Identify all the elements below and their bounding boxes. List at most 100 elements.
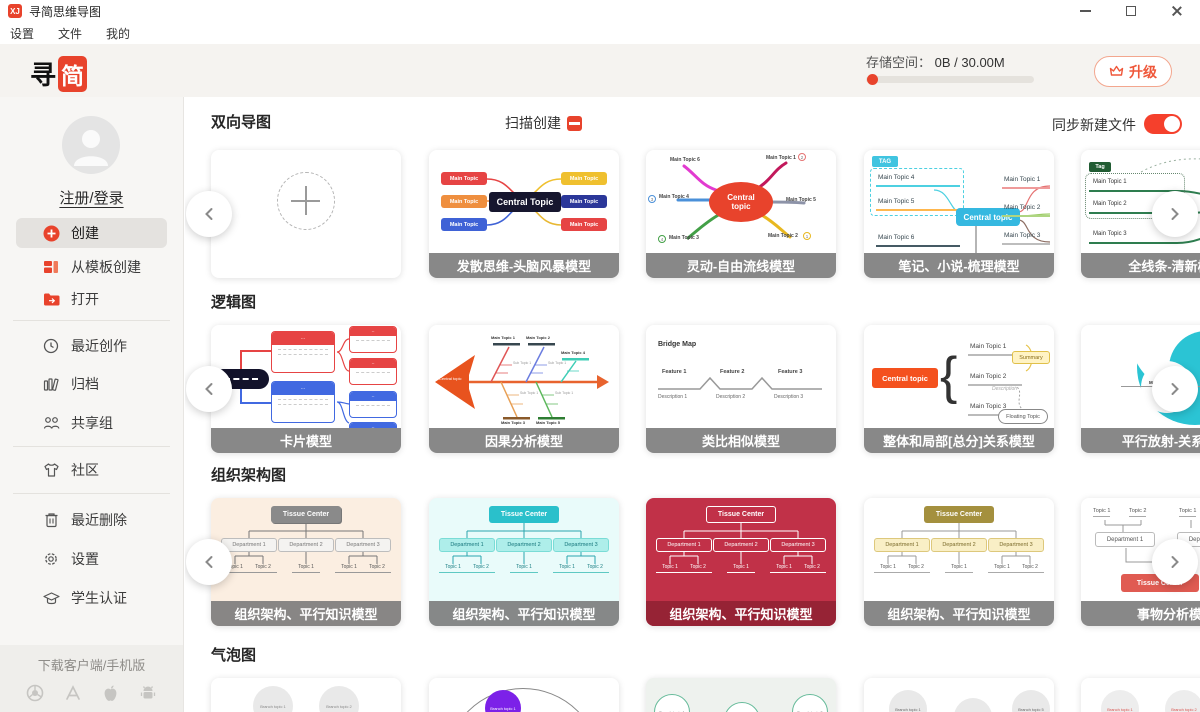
template-card-label: 组织架构、平行知识模型 bbox=[864, 601, 1054, 626]
scan-icon bbox=[567, 116, 582, 131]
close-button[interactable] bbox=[1154, 0, 1200, 22]
template-card-blank-create[interactable] bbox=[211, 150, 401, 278]
sidebar-item-label: 创建 bbox=[71, 223, 99, 243]
minimize-button[interactable] bbox=[1062, 0, 1108, 22]
sidebar-item-open[interactable]: 打开 bbox=[16, 284, 167, 314]
template-card-label: 发散思维-头脑风暴模型 bbox=[429, 253, 619, 278]
brace-glyph: { bbox=[940, 339, 957, 413]
plus-dashed-circle-icon bbox=[277, 172, 335, 230]
template-card-bubble-1[interactable]: Branch topic 1 Branch topic 2 bbox=[211, 678, 401, 712]
window-titlebar: XJ 寻简思维导图 bbox=[0, 0, 1200, 22]
template-card-org-gold[interactable]: Tissue Center Department 1 Department 2 … bbox=[864, 498, 1054, 626]
storage-progress-dot bbox=[867, 74, 878, 85]
scroll-left-button[interactable] bbox=[186, 539, 232, 585]
template-card-bubble-3[interactable]: Branch topic 1 Branch topic 5 bbox=[646, 678, 836, 712]
folder-icon bbox=[42, 290, 60, 308]
scan-create-button[interactable]: 扫描创建 bbox=[505, 113, 582, 133]
chevron-right-icon bbox=[1169, 555, 1181, 569]
template-card-freeflow[interactable]: Centraltopic Main Topic 6 Main Topic 1 2… bbox=[646, 150, 836, 278]
chevron-left-icon bbox=[203, 555, 215, 569]
avatar[interactable] bbox=[62, 116, 120, 174]
mini-card-blue: ··· bbox=[271, 381, 335, 423]
template-card-label: 组织架构、平行知识模型 bbox=[646, 601, 836, 626]
sidebar-item-label: 学生认证 bbox=[71, 588, 127, 608]
chevron-right-icon bbox=[1169, 382, 1181, 396]
app-logo: 寻 简 bbox=[30, 55, 87, 92]
scroll-right-button[interactable] bbox=[1152, 191, 1198, 237]
template-card-label: 笔记、小说-梳理模型 bbox=[864, 253, 1054, 278]
clock-icon bbox=[42, 337, 60, 355]
sidebar-item-create[interactable]: 创建 bbox=[16, 218, 167, 248]
template-card-card-model[interactable]: ··· ·· ·· ··· ·· ·· 卡片模型 bbox=[211, 325, 401, 453]
apple-icon[interactable] bbox=[102, 684, 119, 703]
template-card-bubble-5[interactable]: Branch topic 1 Branch topic 2 bbox=[1081, 678, 1200, 712]
menu-file[interactable]: 文件 bbox=[58, 25, 82, 42]
sidebar-item-archive[interactable]: 归档 bbox=[16, 369, 167, 399]
template-card-label: 全线条-清新模型 bbox=[1081, 253, 1200, 278]
scroll-left-button[interactable] bbox=[186, 366, 232, 412]
upgrade-button[interactable]: 升级 bbox=[1094, 56, 1172, 87]
template-card-label: 组织架构、平行知识模型 bbox=[211, 601, 401, 626]
section-title-logic-map: 逻辑图 bbox=[211, 291, 256, 312]
scroll-right-button[interactable] bbox=[1152, 539, 1198, 585]
main-content: 双向导图 扫描创建 同步新建文件 bbox=[185, 97, 1200, 712]
sidebar-item-create-from-template[interactable]: 从模板创建 bbox=[16, 252, 167, 282]
sync-new-file-toggle[interactable] bbox=[1144, 114, 1182, 134]
template-card-label: 事物分析模型 bbox=[1081, 601, 1200, 626]
android-icon[interactable] bbox=[139, 684, 157, 702]
section-title-bidirectional-map: 双向导图 bbox=[211, 111, 271, 132]
template-card-org-red[interactable]: Tissue Center Department 1 Department 2 … bbox=[646, 498, 836, 626]
sidebar-item-label: 打开 bbox=[71, 289, 99, 309]
template-card-label: 卡片模型 bbox=[211, 428, 401, 453]
template-card-org-cream[interactable]: Tissue Center Department 1 Department 2 … bbox=[211, 498, 401, 626]
appstore-icon[interactable] bbox=[64, 684, 82, 702]
close-icon bbox=[1171, 5, 1183, 17]
crown-icon bbox=[1109, 65, 1124, 78]
maximize-button[interactable] bbox=[1108, 0, 1154, 22]
menu-mine[interactable]: 我的 bbox=[106, 25, 130, 42]
scroll-right-button[interactable] bbox=[1152, 366, 1198, 412]
template-card-org-cyan[interactable]: Tissue Center Department 1 Department 2 … bbox=[429, 498, 619, 626]
plus-circle-icon bbox=[42, 224, 60, 242]
template-card-fishbone[interactable]: Central topic Main Topic 1 Main Topic 2 … bbox=[429, 325, 619, 453]
sidebar-item-label: 最近创作 bbox=[71, 336, 127, 356]
window-title: 寻简思维导图 bbox=[29, 3, 101, 20]
template-card-brainstorm[interactable]: Central Topic Main Topic Main Topic Main… bbox=[429, 150, 619, 278]
sidebar-divider bbox=[13, 493, 170, 494]
sidebar-item-community[interactable]: 社区 bbox=[16, 455, 167, 485]
sidebar-item-student-verify[interactable]: 学生认证 bbox=[16, 583, 167, 613]
section-title-bubble-map: 气泡图 bbox=[211, 644, 256, 665]
logo-text-red: 简 bbox=[58, 56, 87, 92]
archive-icon bbox=[42, 375, 60, 393]
template-card-notes[interactable]: TAG Main Topic 4 Main Topic 5 Main Topic… bbox=[864, 150, 1054, 278]
template-icon bbox=[42, 258, 60, 276]
template-card-label: 组织架构、平行知识模型 bbox=[429, 601, 619, 626]
storage-value: 0B / 30.00M bbox=[935, 55, 1005, 70]
sidebar-item-label: 最近删除 bbox=[71, 510, 127, 530]
sidebar-item-recent-works[interactable]: 最近创作 bbox=[16, 331, 167, 361]
menu-settings[interactable]: 设置 bbox=[10, 25, 34, 42]
template-card-label: 因果分析模型 bbox=[429, 428, 619, 453]
sidebar-divider bbox=[13, 320, 170, 321]
chrome-icon[interactable] bbox=[26, 684, 44, 702]
template-card-bridge-map[interactable]: Bridge Map Feature 1 Feature 2 Feature 3… bbox=[646, 325, 836, 453]
template-card-bubble-4[interactable]: Branch topic 1 Branch topic 5 bbox=[864, 678, 1054, 712]
shirt-icon bbox=[42, 461, 60, 479]
sidebar-item-recently-deleted[interactable]: 最近删除 bbox=[16, 505, 167, 535]
template-card-label: 类比相似模型 bbox=[646, 428, 836, 453]
sidebar-item-label: 归档 bbox=[71, 374, 99, 394]
mini-card-red: ··· bbox=[271, 331, 335, 373]
menu-bar: 设置 文件 我的 bbox=[0, 22, 1200, 44]
sidebar-item-shared-groups[interactable]: 共享组 bbox=[16, 408, 167, 438]
app-icon: XJ bbox=[8, 4, 22, 18]
header: 寻 简 存储空间： 0B / 30.00M 升级 bbox=[0, 44, 1200, 97]
template-card-whole-part[interactable]: Central topic { Main Topic 1 Main Topic … bbox=[864, 325, 1054, 453]
sidebar-item-settings[interactable]: 设置 bbox=[16, 544, 167, 574]
template-card-bubble-2[interactable]: Branch topic 1 bbox=[429, 678, 619, 712]
login-register-link[interactable]: 注册/登录 bbox=[0, 187, 183, 208]
section-title-org-chart: 组织架构图 bbox=[211, 464, 286, 485]
sync-new-file-label: 同步新建文件 bbox=[1052, 115, 1136, 135]
window-controls bbox=[1062, 0, 1200, 22]
scroll-left-button[interactable] bbox=[186, 191, 232, 237]
sidebar-item-label: 共享组 bbox=[71, 413, 113, 433]
